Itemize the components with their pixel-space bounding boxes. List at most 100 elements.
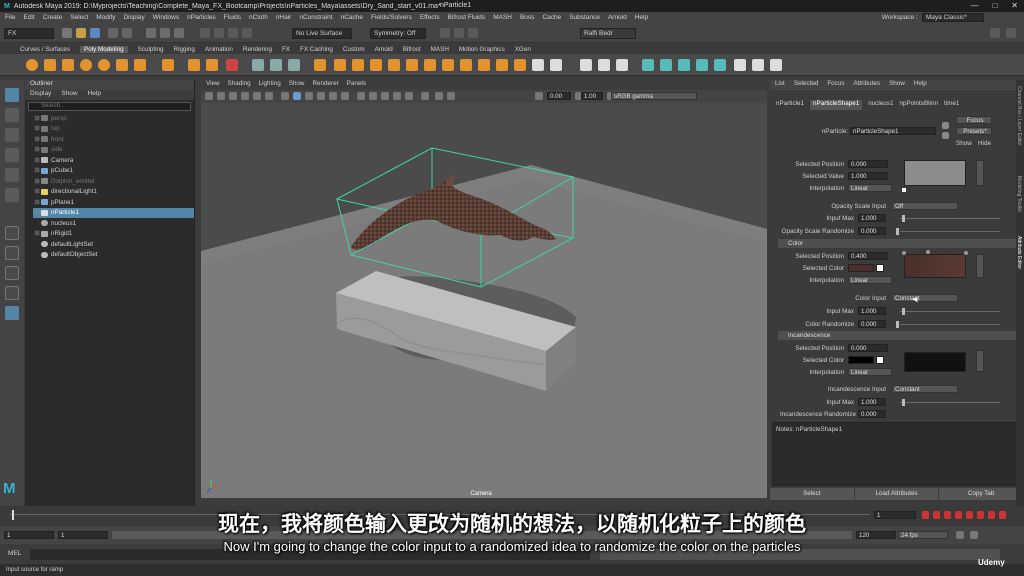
color-swatch[interactable] xyxy=(848,264,874,272)
incand-input-max-field[interactable]: 1.000 xyxy=(858,398,886,406)
exposure-field[interactable]: 0.00 xyxy=(547,92,571,100)
film-gate-icon[interactable] xyxy=(253,92,261,100)
outliner-item-camera[interactable]: ⊞ Camera xyxy=(33,155,194,166)
render-frame-icon[interactable] xyxy=(440,28,450,38)
exposure-icon[interactable] xyxy=(535,92,543,100)
color-randomize-field[interactable]: 0.000 xyxy=(858,320,886,328)
append-polygon-icon[interactable] xyxy=(424,59,436,71)
shelf-tab-sculpting[interactable]: Sculpting xyxy=(138,46,164,53)
opacity-randomize-slider[interactable] xyxy=(900,231,1000,232)
slide-edge-icon[interactable] xyxy=(598,59,610,71)
color-section-header[interactable]: Color xyxy=(778,239,1016,248)
select-button[interactable]: Select xyxy=(770,488,854,500)
show-button[interactable]: Show xyxy=(956,140,972,147)
menu-help[interactable]: Help xyxy=(635,14,648,21)
poly-cube-icon[interactable] xyxy=(44,59,56,71)
incand-color-swatch[interactable] xyxy=(848,356,874,364)
node-name-field[interactable]: nParticleShape1 xyxy=(850,127,936,135)
go-to-input-icon[interactable] xyxy=(942,122,949,129)
ae-tab-time1[interactable]: time1 xyxy=(944,100,959,110)
motion-blur-icon[interactable] xyxy=(421,92,429,100)
select-by-component-icon[interactable] xyxy=(174,28,184,38)
extrude-icon[interactable] xyxy=(352,59,364,71)
save-scene-icon[interactable] xyxy=(90,28,100,38)
menu-mash[interactable]: MASH xyxy=(493,14,512,21)
menu-file[interactable]: File xyxy=(5,14,15,21)
menu-cache[interactable]: Cache xyxy=(542,14,561,21)
ae-menu-help[interactable]: Help xyxy=(914,80,927,90)
merge-icon[interactable] xyxy=(442,59,454,71)
menu-nparticles[interactable]: nParticles xyxy=(187,14,216,21)
crease-icon[interactable] xyxy=(752,59,764,71)
shelf-tab-custom[interactable]: Custom xyxy=(343,46,365,53)
mirror-icon[interactable] xyxy=(334,59,346,71)
menu-ncloth[interactable]: nCloth xyxy=(249,14,268,21)
offset-edge-loop-icon[interactable] xyxy=(550,59,562,71)
incand-input-max-slider[interactable] xyxy=(900,402,1000,403)
poly-disc-icon[interactable] xyxy=(134,59,146,71)
focus-button[interactable]: Focus xyxy=(956,116,992,124)
outliner-item-default-object-set[interactable]: defaultObjectSet xyxy=(33,250,194,261)
incand-color-picker-icon[interactable] xyxy=(876,356,884,364)
textured-icon[interactable] xyxy=(317,92,325,100)
poly-cylinder-icon[interactable] xyxy=(62,59,74,71)
outliner-item-pcube1[interactable]: ⊞ pCube1 xyxy=(33,166,194,177)
type-tool-icon[interactable] xyxy=(226,59,238,71)
lasso-tool-icon[interactable] xyxy=(5,108,19,122)
incand-input-dropdown[interactable]: Constant xyxy=(892,385,958,393)
menu-windows[interactable]: Windows xyxy=(153,14,179,21)
outliner-layout-icon[interactable] xyxy=(5,306,19,320)
menu-arnold[interactable]: Arnold xyxy=(608,14,627,21)
outliner-item-default-light-set[interactable]: defaultLightSet xyxy=(33,239,194,250)
slider-knob[interactable] xyxy=(902,308,905,315)
opacity-randomize-field[interactable]: 0.000 xyxy=(858,227,886,235)
slider-knob[interactable] xyxy=(896,228,899,235)
shelf-tab-poly-modeling[interactable]: Poly Modeling xyxy=(80,45,128,53)
bookmark-icon[interactable] xyxy=(217,92,225,100)
notes-area[interactable]: Notes: nParticleShape1 xyxy=(772,422,1022,486)
incand-selected-position-field[interactable]: 0.000 xyxy=(848,344,888,352)
automatic-uv-icon[interactable] xyxy=(660,59,672,71)
vp-menu-lighting[interactable]: Lighting xyxy=(259,80,281,90)
vp-menu-panels[interactable]: Panels xyxy=(347,80,366,90)
color-ramp-handle[interactable] xyxy=(902,251,906,255)
persp-outliner-layout-icon[interactable] xyxy=(5,266,19,280)
color-input-dropdown[interactable]: Constant xyxy=(892,294,958,302)
color-ramp[interactable] xyxy=(904,254,966,278)
color-ramp-handle[interactable] xyxy=(964,251,968,255)
go-to-output-icon[interactable] xyxy=(942,132,949,139)
opacity-selected-position-field[interactable]: 0.000 xyxy=(848,160,888,168)
outliner-item-pplane1[interactable]: ⊞ pPlane1 xyxy=(33,197,194,208)
shelf-tab-xgen[interactable]: XGen xyxy=(515,46,531,53)
wireframe-icon[interactable] xyxy=(281,92,289,100)
select-tool-icon[interactable] xyxy=(5,88,19,102)
maximize-button[interactable]: □ xyxy=(992,1,997,10)
shelf-tab-rigging[interactable]: Rigging xyxy=(174,46,195,53)
super-shape-icon[interactable] xyxy=(188,59,200,71)
smooth-shade-icon[interactable] xyxy=(293,92,301,100)
menu-edit[interactable]: Edit xyxy=(23,14,34,21)
menu-nhair[interactable]: nHair xyxy=(276,14,292,21)
shelf-tab-bifrost[interactable]: Bifrost xyxy=(403,46,421,53)
poly-plane-icon[interactable] xyxy=(116,59,128,71)
undo-icon[interactable] xyxy=(108,28,118,38)
ae-menu-show[interactable]: Show xyxy=(889,80,905,90)
slider-knob[interactable] xyxy=(902,215,905,222)
incand-interpolation-dropdown[interactable]: Linear xyxy=(848,368,892,376)
rotate-tool-icon[interactable] xyxy=(5,168,19,182)
hide-button[interactable]: Hide xyxy=(978,140,991,147)
selection-highlight-icon[interactable] xyxy=(435,92,443,100)
user-account[interactable]: Raffi Bedr xyxy=(580,28,636,39)
menu-select[interactable]: Select xyxy=(70,14,88,21)
xray-icon[interactable] xyxy=(357,92,365,100)
ipr-render-icon[interactable] xyxy=(454,28,464,38)
symmetry-dropdown[interactable]: Symmetry: Off xyxy=(370,28,426,39)
vp-menu-shading[interactable]: Shading xyxy=(228,80,251,90)
insert-edge-loop-icon[interactable] xyxy=(532,59,544,71)
opacity-ramp-expand-button[interactable] xyxy=(976,160,984,186)
combine-icon[interactable] xyxy=(252,59,264,71)
poke-icon[interactable] xyxy=(478,59,490,71)
vp-menu-view[interactable]: View xyxy=(206,80,220,90)
outliner-item-top[interactable]: ⊞ top xyxy=(33,124,194,135)
snap-view-icon[interactable] xyxy=(242,28,252,38)
